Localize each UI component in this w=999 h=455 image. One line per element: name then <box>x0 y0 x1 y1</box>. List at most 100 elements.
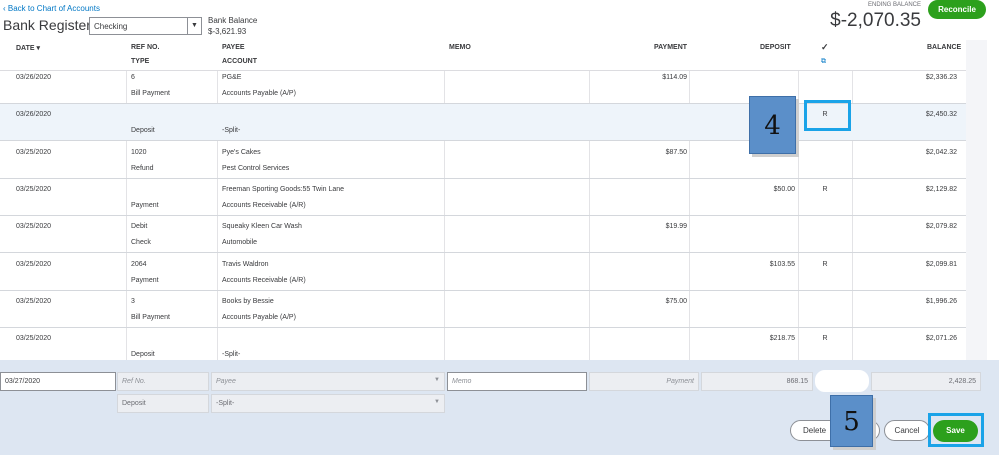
table-row[interactable]: 03/25/2020 Payment Freeman Sporting Goods:… <box>0 179 966 216</box>
cell-payment: $19.99 <box>665 223 687 231</box>
column-header-date[interactable]: DATE ▾ <box>16 44 40 52</box>
cell-payee: Pye's Cakes <box>222 148 261 156</box>
cell-ref-no: Debit <box>131 223 148 231</box>
cell-payee: Squeaky Kleen Car Wash <box>222 223 302 231</box>
cell-date: 03/25/2020 <box>16 335 52 343</box>
register-header: ‹ Back to Chart of Accounts Bank Registe… <box>0 0 999 40</box>
table-row[interactable]: 03/25/2020 3 Bill Payment Books by Bessie Ac… <box>0 291 966 328</box>
cell-balance: $2,129.82 <box>925 185 957 193</box>
cell-type: Payment <box>131 276 159 284</box>
cell-type: Refund <box>131 164 154 172</box>
save-button[interactable]: Save <box>933 420 978 442</box>
table-row[interactable]: 03/25/2020 1020 Refund Pye's Cakes Pest Cont… <box>0 142 966 179</box>
cell-reconcile-status: R <box>822 335 828 343</box>
bank-balance-value: $-3,621.93 <box>208 27 247 36</box>
cell-payment: $87.50 <box>665 148 687 156</box>
column-header-payment[interactable]: PAYMENT <box>654 44 687 51</box>
scrollbar-thumb[interactable] <box>970 42 976 272</box>
column-header-check[interactable]: ✓ <box>821 42 829 53</box>
payee-placeholder: Payee <box>216 378 236 385</box>
reconcile-button[interactable]: Reconcile <box>928 0 986 19</box>
cell-date: 03/26/2020 <box>16 111 52 119</box>
cell-payee: PG&E <box>222 74 242 81</box>
cell-account: Accounts Payable (A/P) <box>222 90 296 97</box>
cell-date: 03/25/2020 <box>16 297 52 305</box>
cell-date: 03/26/2020 <box>16 74 52 81</box>
cell-account: -Split- <box>222 127 241 135</box>
cell-payee: Travis Waldron <box>222 260 269 268</box>
callout-number-5: 5 <box>830 395 873 447</box>
cell-ref-no: 2064 <box>131 260 147 268</box>
column-header-account[interactable]: ACCOUNT <box>222 58 257 65</box>
account-value: -Split- <box>216 400 235 407</box>
table-row[interactable]: 03/25/2020 Deposit -Split- $218.75 R $2,071.2… <box>0 328 966 360</box>
cell-date: 03/25/2020 <box>16 260 52 268</box>
cell-date: 03/25/2020 <box>16 185 52 193</box>
cell-type: Deposit <box>131 127 155 135</box>
column-header-payee[interactable]: PAYEE <box>222 44 245 51</box>
ending-balance-label: ENDING BALANCE <box>867 2 921 8</box>
column-header-deposit[interactable]: DEPOSIT <box>760 44 791 51</box>
cell-ref-no: 3 <box>131 297 135 305</box>
table-row[interactable]: 03/26/2020 6 Bill Payment PG&E Accounts Paya… <box>0 67 966 104</box>
cell-deposit: $218.75 <box>769 335 795 343</box>
cell-balance: $2,042.32 <box>925 148 957 156</box>
account-select[interactable]: Checking ▼ <box>89 17 202 35</box>
cell-account: Accounts Payable (A/P) <box>222 313 296 321</box>
account-select[interactable]: -Split- ▼ <box>211 394 445 413</box>
cell-type: Bill Payment <box>131 313 170 321</box>
table-row[interactable]: 03/25/2020 2064 Payment Travis Waldron Accou… <box>0 254 966 291</box>
copy-icon[interactable]: ⧉ <box>821 58 826 66</box>
cell-payee: Books by Bessie <box>222 297 274 305</box>
cell-payment: $75.00 <box>665 297 687 305</box>
cell-reconcile-status: R <box>822 260 828 268</box>
deposit-input[interactable]: 868.15 <box>701 372 813 391</box>
register-grid: DATE ▾ REF NO. TYPE PAYEE ACCOUNT MEMO P… <box>0 40 966 360</box>
reconcile-status-field[interactable] <box>815 370 869 392</box>
cell-type: Payment <box>131 201 159 209</box>
cell-deposit: $50.00 <box>773 185 795 193</box>
cell-type: Bill Payment <box>131 90 170 97</box>
cell-reconcile-status: R <box>822 185 828 193</box>
cancel-button[interactable]: Cancel <box>884 420 930 441</box>
cell-type: Deposit <box>131 351 155 359</box>
column-header-balance[interactable]: BALANCE <box>927 44 961 51</box>
cell-date: 03/25/2020 <box>16 148 52 156</box>
payment-input[interactable]: Payment <box>589 372 699 391</box>
cell-balance: $2,099.81 <box>925 260 957 268</box>
column-header-memo[interactable]: MEMO <box>449 44 471 51</box>
account-select-value: Checking <box>94 22 128 31</box>
cell-account: -Split- <box>222 351 241 359</box>
page-title: Bank Register <box>3 17 91 33</box>
cell-balance: $2,071.26 <box>925 335 957 343</box>
chevron-down-icon: ▼ <box>187 18 201 34</box>
ref-no-input[interactable]: Ref No. <box>117 372 209 391</box>
chevron-down-icon: ▼ <box>434 377 440 383</box>
cell-balance: $2,079.82 <box>925 223 957 231</box>
cell-payee: Freeman Sporting Goods:55 Twin Lane <box>222 185 345 193</box>
cell-date: 03/25/2020 <box>16 223 52 231</box>
cell-account: Pest Control Services <box>222 164 290 172</box>
callout-number-4: 4 <box>749 96 796 154</box>
table-row[interactable]: 03/25/2020 Debit Check Squeaky Kleen Car Wa… <box>0 216 966 254</box>
cell-type: Check <box>131 239 151 247</box>
column-header-type[interactable]: TYPE <box>131 58 149 65</box>
back-to-chart-of-accounts-link[interactable]: ‹ Back to Chart of Accounts <box>3 4 100 13</box>
cell-balance: $2,450.32 <box>925 111 957 119</box>
bank-balance-label: Bank Balance <box>208 16 258 25</box>
payee-select[interactable]: Payee ▼ <box>211 372 445 391</box>
cell-balance: $2,336.23 <box>925 74 957 81</box>
memo-input[interactable]: Memo <box>447 372 587 391</box>
reconcile-status-highlight-box <box>804 100 851 131</box>
cell-balance: $1,996.26 <box>925 297 957 305</box>
date-input[interactable]: 03/27/2020 <box>0 372 116 391</box>
cell-ref-no: 6 <box>131 74 135 81</box>
type-value: Deposit <box>117 394 209 413</box>
cell-ref-no: 1020 <box>131 148 147 156</box>
cell-payment: $114.09 <box>662 74 687 81</box>
column-header-ref[interactable]: REF NO. <box>131 44 159 51</box>
cell-account: Automobile <box>222 239 258 247</box>
cell-account: Accounts Receivable (A/R) <box>222 276 306 284</box>
cell-deposit: $103.55 <box>769 260 795 268</box>
balance-value: 2,428.25 <box>871 372 981 391</box>
